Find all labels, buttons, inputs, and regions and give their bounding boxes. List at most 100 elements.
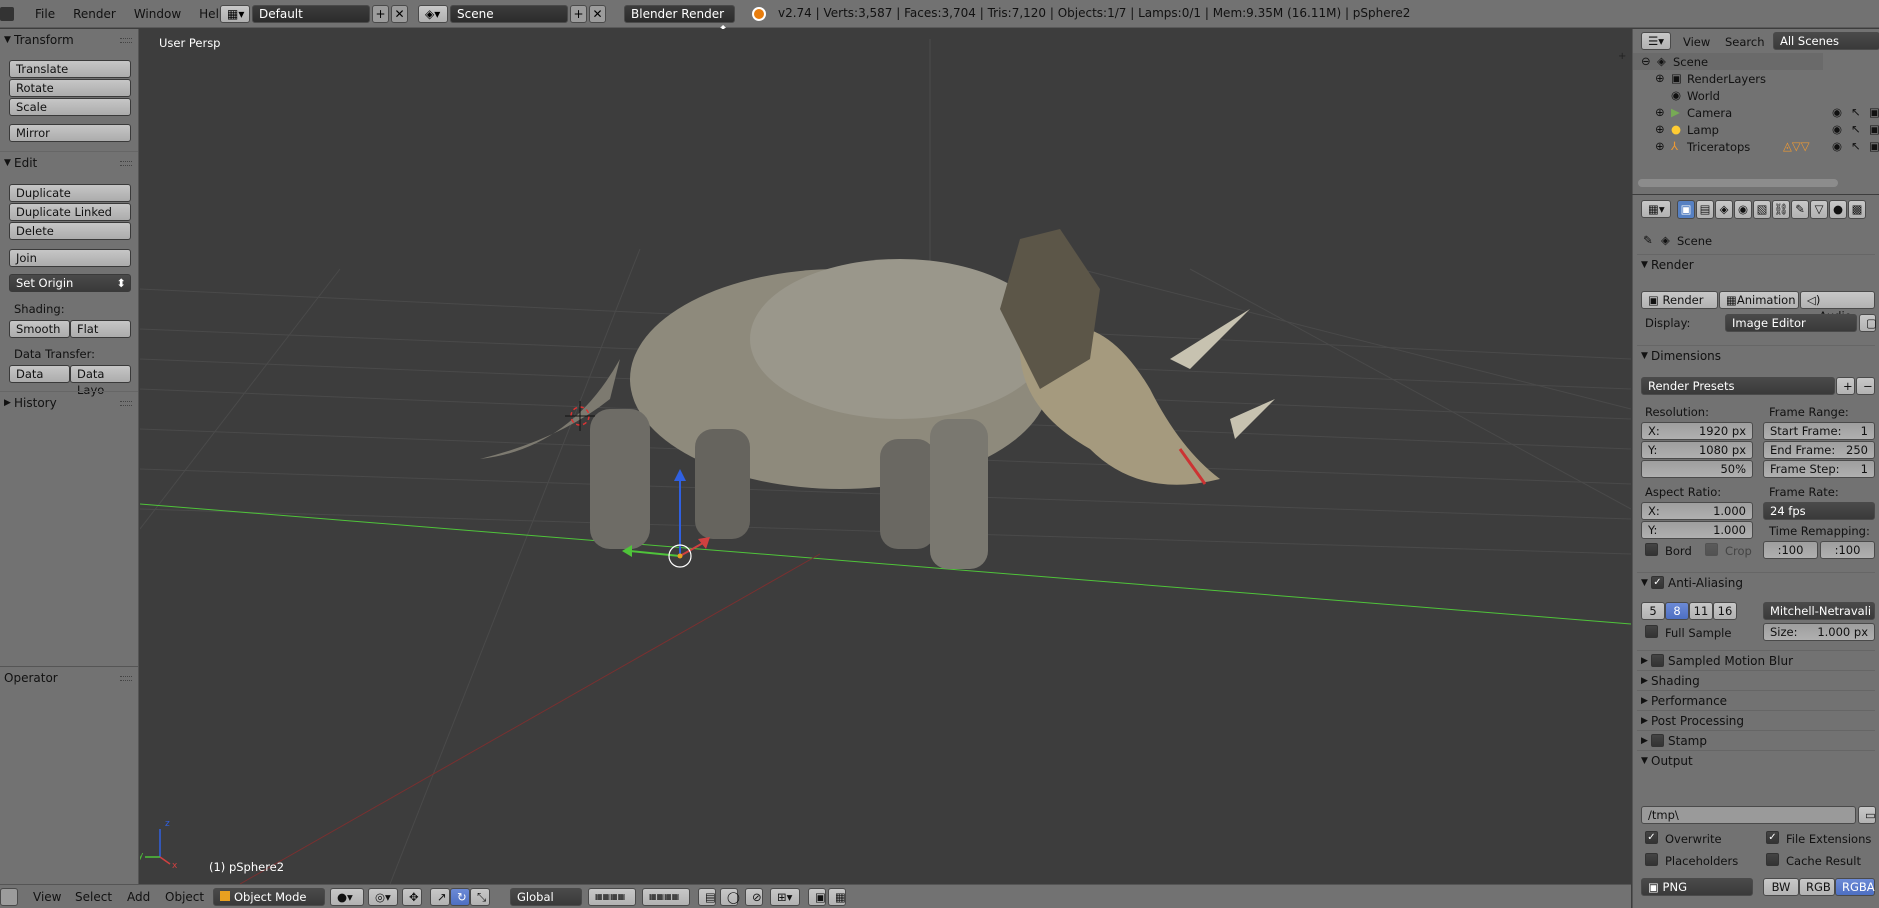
layer-lock-button[interactable]: ▤ (698, 888, 716, 906)
aa-filter-select[interactable]: Mitchell-Netravali (1763, 602, 1875, 620)
aa-samples-16[interactable]: 16 (1713, 602, 1737, 620)
menu-view[interactable]: View (33, 890, 61, 904)
edit-panel-header[interactable]: ▼ Edit (0, 151, 138, 173)
join-button[interactable]: Join (9, 249, 131, 267)
pin-icon[interactable]: ✎ (1643, 233, 1653, 247)
triceratops-model[interactable] (480, 229, 1275, 569)
orientation-select[interactable]: Global (510, 888, 582, 906)
flat-button[interactable]: Flat (70, 320, 131, 338)
visibility-eye-icon[interactable]: ◉ (1832, 105, 1842, 119)
proportional-edit-button[interactable]: ◯ (720, 888, 740, 906)
render-tab-icon[interactable]: ▣ (1677, 200, 1695, 219)
end-frame-field[interactable]: End Frame: 250 (1763, 441, 1875, 459)
frame-rate-select[interactable]: 24 fps (1763, 502, 1875, 520)
outliner-row-lamp[interactable]: ⊕ ● Lamp ◉ ↖ ▣ (1633, 121, 1879, 138)
menu-file[interactable]: File (26, 7, 64, 21)
visibility-eye-icon[interactable]: ◉ (1832, 122, 1842, 136)
aspect-x-field[interactable]: X: 1.000 (1641, 502, 1753, 520)
screen-layout-select[interactable]: Default (252, 5, 370, 23)
browse-folder-button[interactable]: ▭ (1858, 806, 1876, 824)
cache-result-checkbox[interactable] (1766, 853, 1779, 866)
anti-aliasing-checkbox[interactable]: ✓ (1651, 576, 1664, 589)
properties-editor-type[interactable]: ▦▾ (1641, 200, 1671, 218)
material-tab-icon[interactable]: ● (1829, 200, 1847, 219)
outliner-scrollbar[interactable] (1638, 179, 1838, 187)
drag-grip-icon[interactable] (120, 38, 132, 43)
outliner-search-menu[interactable]: Search (1725, 35, 1765, 49)
pivot-point-select[interactable]: ◎▾ (368, 888, 398, 906)
display-select[interactable]: Image Editor (1725, 314, 1857, 332)
select-arrow-icon[interactable]: ↖ (1851, 105, 1861, 119)
resolution-y-field[interactable]: Y: 1080 px (1641, 441, 1753, 459)
snap-toggle-button[interactable]: ⊘ (745, 888, 763, 906)
animation-button[interactable]: ▦Animation (1719, 291, 1799, 309)
placeholders-checkbox[interactable] (1645, 853, 1658, 866)
layers-grid-2[interactable]: ▦▦▦▦ (642, 888, 690, 906)
render-layers-tab-icon[interactable]: ▤ (1696, 200, 1714, 219)
menu-add[interactable]: Add (127, 890, 150, 904)
select-arrow-icon[interactable]: ↖ (1851, 122, 1861, 136)
render-animation-button[interactable]: ▦ (828, 888, 846, 906)
rotate-button[interactable]: Rotate (9, 79, 131, 97)
outliner-editor-type[interactable]: ☰▾ (1641, 32, 1671, 50)
output-path-field[interactable]: /tmp\ (1641, 806, 1856, 824)
viewport-shading-select[interactable]: ●▾ (330, 888, 364, 906)
constraints-tab-icon[interactable]: ⛓ (1772, 200, 1790, 219)
render-presets-select[interactable]: Render Presets (1641, 377, 1835, 395)
render-camera-icon[interactable]: ▣ (1869, 122, 1879, 136)
editor-type-button[interactable] (0, 888, 18, 906)
color-rgba-button[interactable]: RGBA (1835, 878, 1875, 896)
world-tab-icon[interactable]: ◉ (1734, 200, 1752, 219)
outliner-row-scene[interactable]: ⊖ ◈ Scene (1633, 53, 1823, 70)
mode-select[interactable]: Object Mode (213, 888, 325, 906)
data-layout-button[interactable]: Data Layo (70, 365, 131, 397)
scene-type-button[interactable]: ◈▾ (418, 5, 448, 23)
outliner-row-world[interactable]: ◉ World (1633, 87, 1879, 104)
add-preset-button[interactable]: + (1836, 377, 1855, 395)
layout-type-button[interactable]: ▦▾ (220, 5, 250, 23)
layers-grid-1[interactable]: ▦▦▦▦ (588, 888, 636, 906)
remove-layout-button[interactable]: ✕ (391, 5, 408, 23)
select-arrow-icon[interactable]: ↖ (1851, 139, 1861, 153)
dimensions-section-header[interactable]: ▼ Dimensions (1637, 345, 1875, 365)
history-panel-header[interactable]: ▶ History (0, 391, 138, 413)
render-camera-icon[interactable]: ▣ (1869, 139, 1879, 153)
post-processing-section-header[interactable]: ▶ Post Processing (1637, 710, 1875, 730)
remove-scene-button[interactable]: ✕ (589, 5, 606, 23)
stamp-section-header[interactable]: ▶ Stamp (1637, 730, 1875, 750)
texture-tab-icon[interactable]: ▩ (1848, 200, 1866, 219)
anti-aliasing-section-header[interactable]: ▼ ✓ Anti-Aliasing (1637, 572, 1875, 592)
outliner-view-menu[interactable]: View (1683, 35, 1710, 49)
transform-panel-header[interactable]: ▼ Transform (0, 29, 138, 51)
data-button[interactable]: Data (9, 365, 70, 383)
drag-grip-icon[interactable] (120, 676, 132, 681)
menu-render[interactable]: Render (64, 7, 125, 21)
motion-blur-checkbox[interactable] (1651, 654, 1664, 667)
start-frame-field[interactable]: Start Frame: 1 (1763, 422, 1875, 440)
file-extensions-checkbox[interactable]: ✓ (1766, 831, 1779, 844)
outliner-row-triceratops[interactable]: ⊕ ⅄ Triceratops ◬▽▽ ◉ ↖ ▣ (1633, 138, 1879, 155)
translate-button[interactable]: Translate (9, 60, 131, 78)
outliner-row-renderlayers[interactable]: ⊕ ▣ RenderLayers (1633, 70, 1879, 87)
menu-object[interactable]: Object (165, 890, 204, 904)
aa-samples-5[interactable]: 5 (1641, 602, 1665, 620)
outliner-row-camera[interactable]: ⊕ ▶ Camera ◉ ↖ ▣ (1633, 104, 1879, 121)
smooth-button[interactable]: Smooth (9, 320, 70, 338)
add-scene-button[interactable]: + (570, 5, 587, 23)
rotate-manip-button[interactable]: ↻ (450, 888, 470, 906)
border-checkbox[interactable] (1645, 543, 1658, 556)
drag-grip-icon[interactable] (120, 161, 132, 166)
data-tab-icon[interactable]: ▽ (1810, 200, 1828, 219)
object-tab-icon[interactable]: ▧ (1753, 200, 1771, 219)
render-opengl-button[interactable]: ▣ (808, 888, 826, 906)
display-browse-button[interactable]: ▢ (1859, 314, 1877, 332)
crop-checkbox[interactable] (1705, 543, 1718, 556)
menu-select[interactable]: Select (75, 890, 112, 904)
time-remap-new-field[interactable]: :100 (1820, 541, 1875, 559)
frame-step-field[interactable]: Frame Step: 1 (1763, 460, 1875, 478)
audio-button[interactable]: ◁) Audio (1800, 291, 1875, 323)
render-camera-icon[interactable]: ▣ (1869, 105, 1879, 119)
drag-grip-icon[interactable] (120, 401, 132, 406)
translate-manip-button[interactable]: ↗ (430, 888, 450, 906)
scale-manip-button[interactable]: ⤡ (470, 888, 490, 906)
